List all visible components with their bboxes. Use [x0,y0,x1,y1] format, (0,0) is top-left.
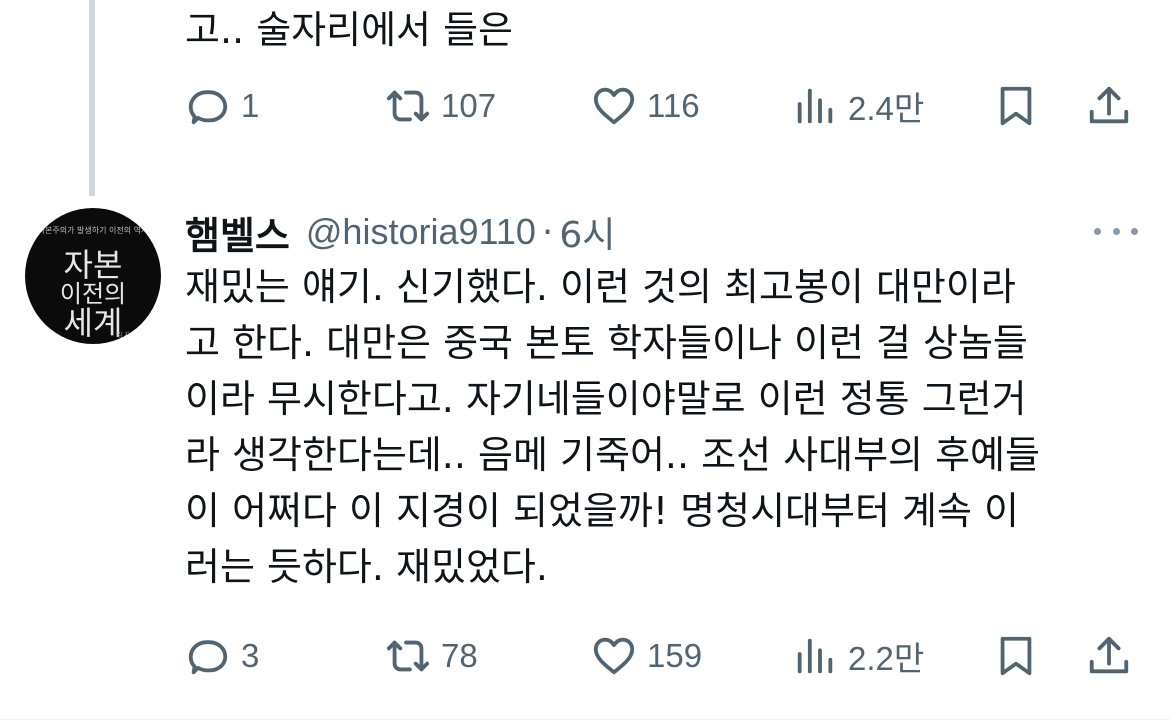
tweet-header: 햄벨스 @historia9110 · 6시 [185,204,615,260]
display-name[interactable]: 햄벨스 [185,205,290,260]
views-count: 2.2만 [848,640,925,677]
tweet-action-bar: 3 78 159 2.2만 [185,626,1145,686]
bookmark-icon [1000,86,1032,126]
avatar-cover-author: 김 지음 [117,332,136,339]
views-button[interactable]: 2.4만 [792,76,924,136]
user-handle[interactable]: @historia9110 [306,211,536,253]
reply-button[interactable]: 3 [185,626,259,686]
more-icon[interactable] [1094,216,1138,246]
like-icon [593,87,635,125]
avatar-cover-title: 세계 [63,304,123,342]
more-dot [1131,227,1138,235]
bookmark-button[interactable] [993,626,1039,686]
retweet-icon [386,640,430,672]
views-icon [797,88,833,124]
retweet-count: 107 [441,87,497,124]
bookmark-icon [1000,636,1032,676]
reply-count: 1 [241,87,260,124]
views-icon [797,638,833,674]
share-icon [1089,86,1129,124]
share-button[interactable] [1086,626,1132,686]
tweet-action-bar: 1 107 116 2.4만 [185,76,1145,136]
more-dot [1094,227,1101,235]
avatar-cover-subtitle: 자본주의가 발생하기 이전의 역사 [37,226,149,235]
like-icon [593,637,635,675]
share-button[interactable] [1086,76,1132,136]
reply-button[interactable]: 1 [185,76,259,136]
tweet-text: 재밌는 얘기. 신기했다. 이런 것의 최고봉이 대만이라 고 한다. 대만은 … [185,265,1040,589]
timestamp[interactable]: 6시 [559,206,615,258]
thread-connector-line [89,0,95,196]
like-button[interactable]: 159 [591,626,702,686]
views-count: 2.4만 [848,90,925,127]
avatar[interactable]: 자본주의가 발생하기 이전의 역사 자본 이전의 세계 김 지음 [25,208,161,344]
views-button[interactable]: 2.2만 [792,626,924,686]
retweet-count: 78 [441,637,478,674]
separator: · [541,211,554,253]
retweet-button[interactable]: 107 [385,76,496,136]
like-button[interactable]: 116 [591,76,700,136]
bookmark-button[interactable] [993,76,1039,136]
tweet-text: 고.. 술자리에서 들은 [185,8,513,52]
reply-icon [188,640,228,675]
divider [0,719,1170,720]
like-count: 116 [647,87,700,124]
reply-count: 3 [241,637,260,674]
share-icon [1089,636,1129,674]
retweet-button[interactable]: 78 [385,626,478,686]
more-dot [1112,227,1120,235]
reply-icon [188,90,228,125]
like-count: 159 [647,637,703,674]
retweet-icon [386,90,430,122]
